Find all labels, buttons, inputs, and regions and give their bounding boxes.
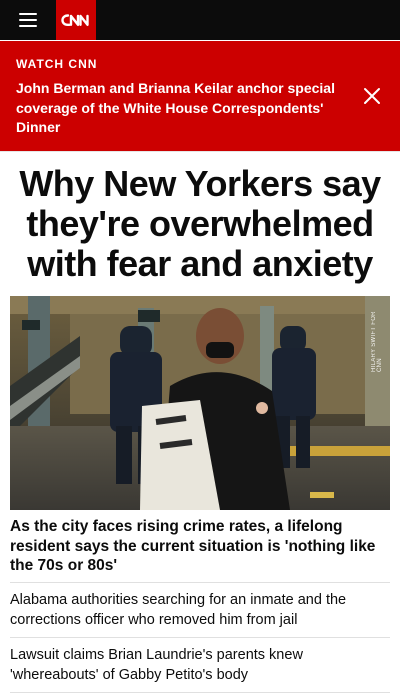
story-link-2[interactable]: Lawsuit claims Brian Laundrie's parents …: [10, 645, 390, 685]
cnn-logo[interactable]: [56, 0, 96, 40]
divider: [10, 692, 390, 693]
divider: [0, 151, 400, 152]
hamburger-menu-icon[interactable]: [0, 0, 56, 40]
divider: [10, 582, 390, 583]
divider: [10, 637, 390, 638]
lead-image[interactable]: [10, 296, 390, 510]
banner-headline[interactable]: John Berman and Brianna Keilar anchor sp…: [16, 79, 350, 138]
top-nav-bar: [0, 0, 400, 40]
close-icon[interactable]: [358, 82, 386, 110]
image-credit: HILARY SWIFT FOR CNN: [371, 311, 383, 372]
story-link-1[interactable]: Alabama authorities searching for an inm…: [10, 590, 390, 630]
lead-story-headline[interactable]: As the city faces rising crime rates, a …: [10, 517, 392, 576]
breaking-banner[interactable]: WATCH CNN John Berman and Brianna Keilar…: [0, 41, 400, 151]
banner-kicker: WATCH CNN: [16, 57, 98, 71]
article-title[interactable]: Why New Yorkers say they're overwhelmed …: [8, 164, 392, 284]
cnn-logo-mark: [61, 14, 89, 26]
